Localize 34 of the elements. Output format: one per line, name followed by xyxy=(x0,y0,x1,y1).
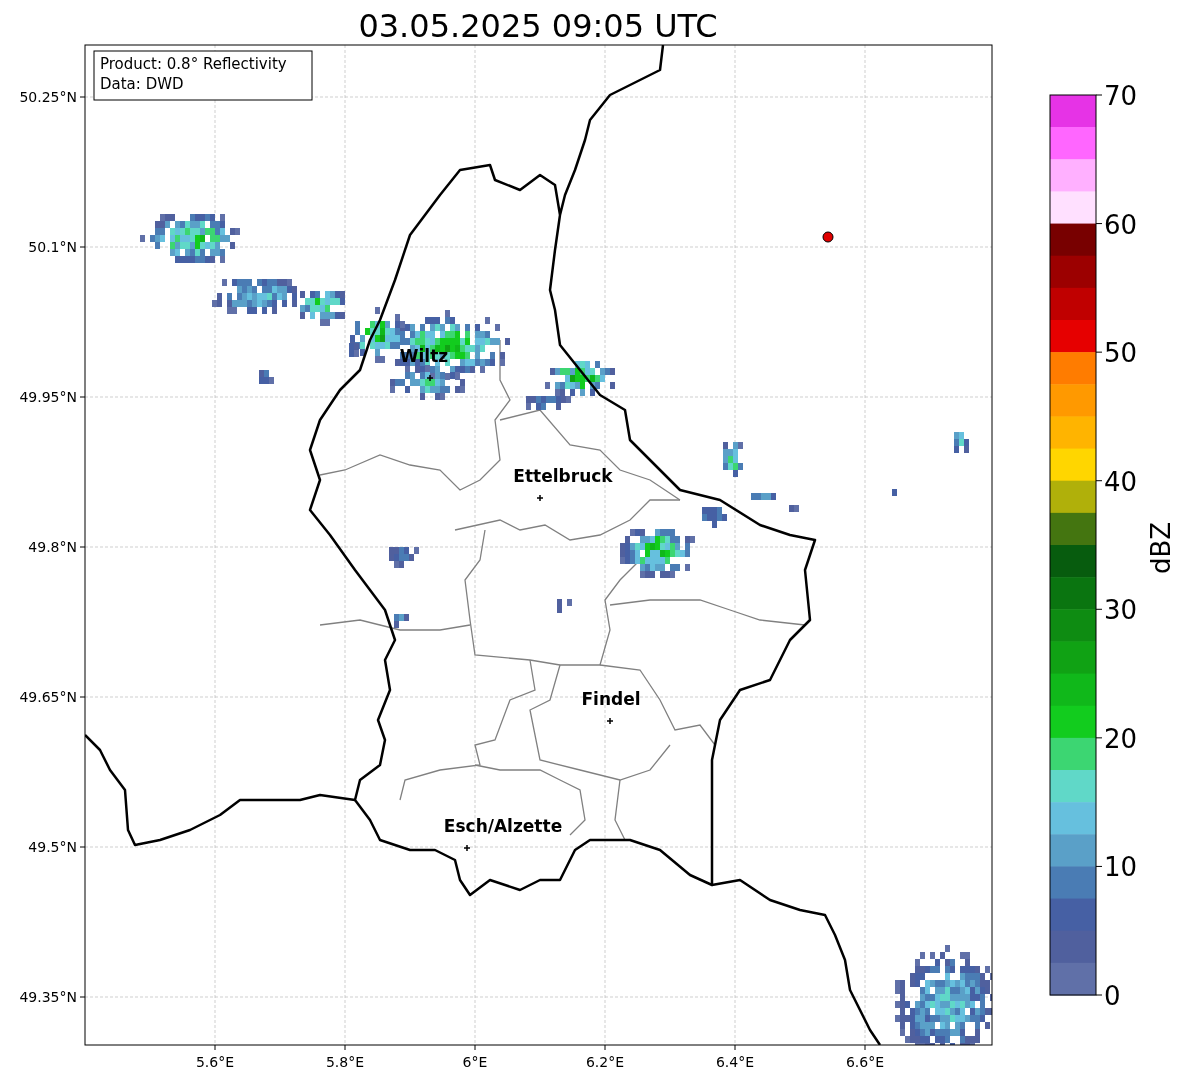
latitude-label: 49.5°N xyxy=(28,839,77,855)
radar-site-marker xyxy=(822,231,834,243)
colorbar-tick-label: 10 xyxy=(1104,852,1138,883)
longitude-label: 5.6°E xyxy=(195,1054,235,1070)
latitude-label: 49.35°N xyxy=(19,989,77,1005)
latitude-label: 49.8°N xyxy=(28,539,77,555)
city-marker-icon xyxy=(426,374,434,382)
colorbar-tick-label: 0 xyxy=(1104,981,1121,1011)
longitude-label: 6.2°E xyxy=(585,1054,625,1070)
city-label: Findel xyxy=(581,689,641,709)
city-label: Ettelbruck xyxy=(513,466,613,486)
colorbar-tick-label: 60 xyxy=(1104,209,1138,240)
latitude-label: 49.65°N xyxy=(19,689,77,705)
colorbar-tick-label: 20 xyxy=(1104,723,1138,754)
colorbar-label: dBZ xyxy=(1146,521,1176,575)
longitude-label: 6.4°E xyxy=(715,1054,755,1070)
city-marker-icon xyxy=(536,494,544,502)
longitude-label: 6.6°E xyxy=(845,1054,885,1070)
city-label: Wiltz xyxy=(399,346,449,366)
longitude-label: 5.8°E xyxy=(325,1054,365,1070)
colorbar-tick-label: 50 xyxy=(1104,338,1138,369)
latitude-label: 50.1°N xyxy=(28,239,77,255)
info-text: Data: DWD xyxy=(100,75,184,93)
latitude-label: 49.95°N xyxy=(19,389,77,405)
city-label: Esch/Alzette xyxy=(443,816,563,836)
longitude-label: 6°E xyxy=(462,1054,488,1070)
colorbar-tick-label: 40 xyxy=(1104,466,1138,497)
city-marker-icon xyxy=(606,717,614,725)
colorbar-tick-label: 70 xyxy=(1104,81,1138,111)
info-text: Product: 0.8° Reflectivity xyxy=(100,55,287,73)
colorbar-tick-label: 30 xyxy=(1104,595,1138,626)
latitude-label: 50.25°N xyxy=(19,89,77,105)
figure-title: 03.05.2025 09:05 UTC xyxy=(358,7,718,45)
city-marker-icon xyxy=(463,844,471,852)
